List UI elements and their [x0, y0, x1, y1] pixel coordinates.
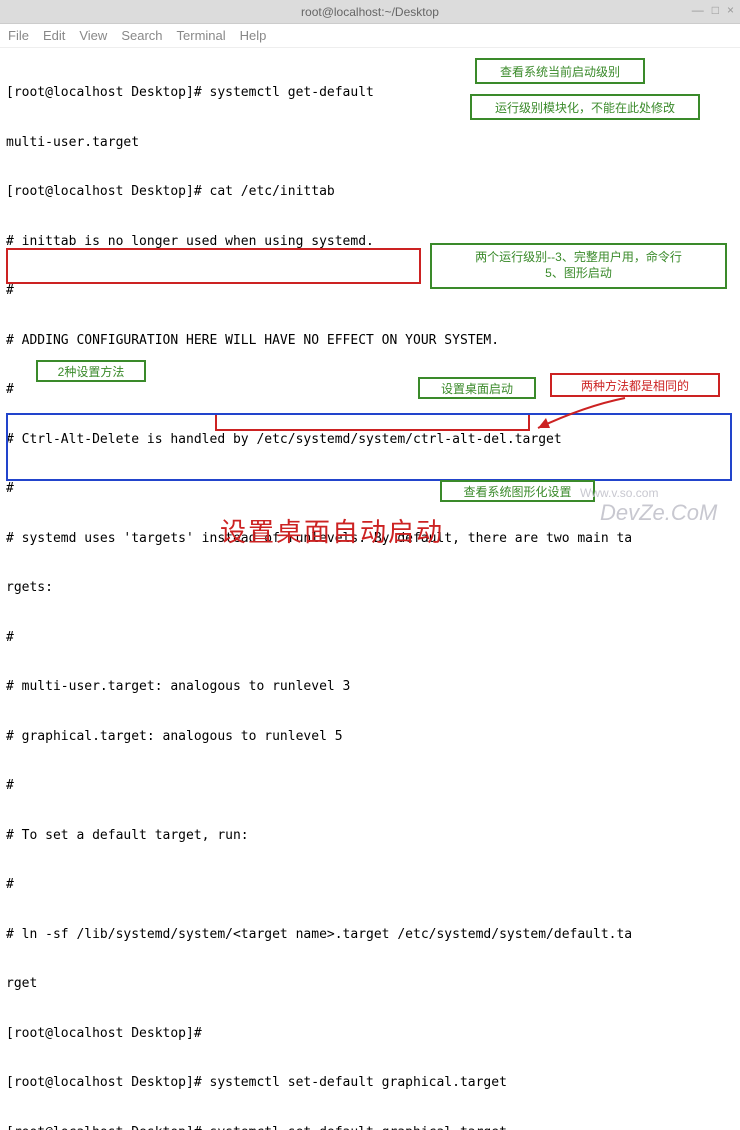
menu-file[interactable]: File: [8, 28, 29, 43]
terminal-line: rget: [6, 976, 734, 993]
terminal-line: # ln -sf /lib/systemd/system/<target nam…: [6, 927, 734, 944]
terminal-line: #: [6, 877, 734, 894]
menu-view[interactable]: View: [79, 28, 107, 43]
maximize-button[interactable]: □: [712, 3, 719, 17]
window-controls: — □ ×: [692, 3, 734, 17]
terminal-line: [root@localhost Desktop]# systemctl get-…: [6, 85, 734, 102]
terminal-line: # inittab is no longer used when using s…: [6, 234, 734, 251]
menu-terminal[interactable]: Terminal: [177, 28, 226, 43]
terminal-line: [root@localhost Desktop]# systemctl set-…: [6, 1075, 734, 1092]
window-titlebar: root@localhost:~/Desktop — □ ×: [0, 0, 740, 24]
menu-help[interactable]: Help: [240, 28, 267, 43]
terminal-line: # multi-user.target: analogous to runlev…: [6, 679, 734, 696]
terminal-line: #: [6, 283, 734, 300]
terminal-line: # ADDING CONFIGURATION HERE WILL HAVE NO…: [6, 333, 734, 350]
terminal-line: [root@localhost Desktop]# systemctl set-…: [6, 1125, 734, 1130]
window-title: root@localhost:~/Desktop: [301, 5, 439, 19]
terminal-area[interactable]: [root@localhost Desktop]# systemctl get-…: [0, 48, 740, 1130]
menu-search[interactable]: Search: [121, 28, 162, 43]
menubar: File Edit View Search Terminal Help: [0, 24, 740, 48]
terminal-line: #: [6, 481, 734, 498]
terminal-line: rgets:: [6, 580, 734, 597]
terminal-line: # Ctrl-Alt-Delete is handled by /etc/sys…: [6, 432, 734, 449]
terminal-line: #: [6, 630, 734, 647]
terminal-line: # systemd uses 'targets' instead of runl…: [6, 531, 734, 548]
terminal-line: # graphical.target: analogous to runleve…: [6, 729, 734, 746]
terminal-line: [root@localhost Desktop]#: [6, 1026, 734, 1043]
close-button[interactable]: ×: [727, 3, 734, 17]
terminal-line: #: [6, 778, 734, 795]
terminal-line: #: [6, 382, 734, 399]
terminal-line: [root@localhost Desktop]# cat /etc/initt…: [6, 184, 734, 201]
terminal-line: # To set a default target, run:: [6, 828, 734, 845]
menu-edit[interactable]: Edit: [43, 28, 65, 43]
minimize-button[interactable]: —: [692, 3, 704, 17]
terminal-line: multi-user.target: [6, 135, 734, 152]
